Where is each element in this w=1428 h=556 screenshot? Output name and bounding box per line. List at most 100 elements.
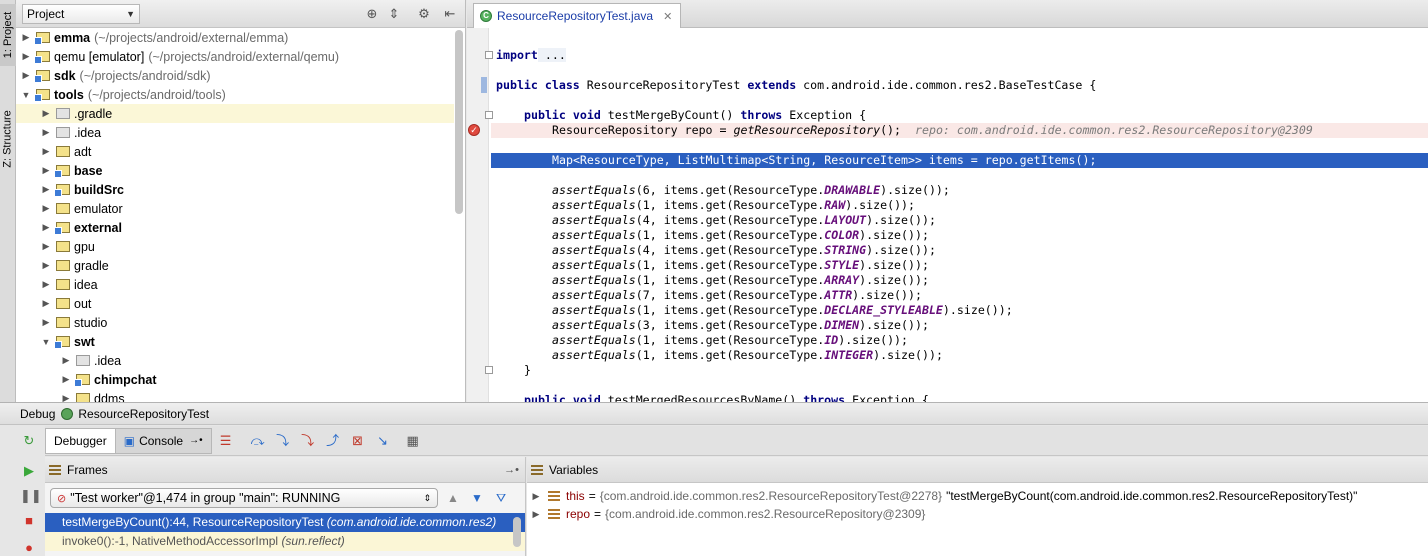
variable-row[interactable]: ▶ repo = {com.android.ide.common.res2.Resou… — [527, 505, 1428, 523]
frame-row[interactable]: invoke0():-1, NativeMethodAccessorImpl (… — [45, 532, 525, 551]
thread-select[interactable]: ⊘ "Test worker"@1,474 in group "main": R… — [50, 488, 438, 508]
chevron-right-icon[interactable]: ▶ — [40, 260, 52, 271]
hide-panel-icon[interactable]: ⇤ — [442, 6, 458, 22]
code-line-current[interactable]: Map<ResourceType, ListMultimap<String, R… — [552, 153, 1096, 168]
previous-frame-icon[interactable]: ▲ — [444, 489, 462, 507]
pin-icon[interactable]: →• — [504, 464, 519, 476]
project-view-selector[interactable]: Project ▼ — [22, 3, 140, 24]
code-line-closing-brace[interactable]: } — [524, 363, 531, 378]
show-execution-point-icon[interactable]: ☰ — [216, 431, 236, 451]
chevron-right-icon[interactable]: ▶ — [40, 279, 52, 290]
tree-node[interactable]: ▶ .idea — [16, 351, 454, 370]
tree-node[interactable]: ▶ gradle — [16, 256, 454, 275]
fold-marker[interactable] — [485, 111, 493, 119]
code-line-assert[interactable]: assertEquals(1, items.get(ResourceType.I… — [552, 333, 908, 348]
fold-marker[interactable] — [485, 366, 493, 374]
step-over-icon[interactable]: ⤼ — [248, 431, 268, 451]
scroll-from-source-icon[interactable]: ⊕ — [364, 6, 380, 22]
tree-node[interactable]: ▶ studio — [16, 313, 454, 332]
tree-node[interactable]: ▶ idea — [16, 275, 454, 294]
tree-node[interactable]: ▶ .idea — [16, 123, 454, 142]
tab-debugger[interactable]: Debugger — [45, 427, 116, 454]
tree-node[interactable]: ▶ adt — [16, 142, 454, 161]
chevron-right-icon[interactable]: ▶ — [40, 203, 52, 214]
next-frame-icon[interactable]: ▼ — [468, 489, 486, 507]
variable-row[interactable]: ▶ this = {com.android.ide.common.res2.Resou… — [527, 487, 1428, 505]
rerun-icon[interactable]: ↻ — [20, 432, 38, 450]
code-line-assert[interactable]: assertEquals(1, items.get(ResourceType.C… — [552, 228, 929, 243]
editor-tab-resource-repository-test[interactable]: C ResourceRepositoryTest.java ✕ — [473, 3, 682, 28]
project-tool-tab[interactable]: 1: Project — [0, 4, 16, 66]
collapse-all-icon[interactable]: ⇕ — [386, 6, 402, 22]
chevron-right-icon[interactable]: ▶ — [40, 146, 52, 157]
chevron-right-icon[interactable]: ▶ — [60, 374, 72, 385]
tree-node[interactable]: ▶ emulator — [16, 199, 454, 218]
view-breakpoints-icon[interactable]: ● — [20, 539, 38, 556]
code-line-assert[interactable]: assertEquals(1, items.get(ResourceType.A… — [552, 273, 929, 288]
code-line-class-decl[interactable]: public class ResourceRepositoryTest exte… — [496, 78, 1096, 93]
tree-node[interactable]: ▶ chimpchat — [16, 370, 454, 389]
code-line-assert[interactable]: assertEquals(1, items.get(ResourceType.I… — [552, 348, 943, 363]
pause-icon[interactable]: ❚❚ — [20, 487, 42, 505]
chevron-right-icon[interactable]: ▶ — [40, 317, 52, 328]
step-into-icon[interactable]: ⤵ — [273, 431, 293, 451]
close-icon[interactable]: ✕ — [663, 10, 672, 23]
chevron-right-icon[interactable]: ▶ — [530, 491, 542, 502]
tree-node[interactable]: ▼ tools (~/projects/android/tools) — [16, 85, 454, 104]
filter-icon[interactable]: ⛛ — [492, 489, 510, 507]
code-line-repo[interactable]: ResourceRepository repo = getResourceRep… — [552, 123, 1313, 138]
tree-node[interactable]: ▶ base — [16, 161, 454, 180]
chevron-right-icon[interactable]: ▶ — [530, 509, 542, 520]
stop-icon[interactable]: ■ — [20, 512, 38, 530]
project-tree-scrollbar[interactable] — [455, 30, 463, 214]
chevron-right-icon[interactable]: ▶ — [40, 184, 52, 195]
tree-node[interactable]: ▶ gpu — [16, 237, 454, 256]
chevron-right-icon[interactable]: ▶ — [60, 393, 72, 402]
chevron-right-icon[interactable]: ▶ — [40, 165, 52, 176]
run-to-cursor-icon[interactable]: ↘ — [373, 431, 393, 451]
code-line-assert[interactable]: assertEquals(4, items.get(ResourceType.L… — [552, 213, 936, 228]
chevron-down-icon[interactable]: ▼ — [20, 90, 32, 100]
code-line-import[interactable]: import ... — [496, 48, 566, 63]
tree-node[interactable]: ▼ swt — [16, 332, 454, 351]
chevron-right-icon[interactable]: ▶ — [40, 127, 52, 138]
folded-imports[interactable]: ... — [537, 48, 566, 62]
tree-node[interactable]: ▶ sdk (~/projects/android/sdk) — [16, 66, 454, 85]
tab-console[interactable]: ▣ Console →• — [114, 427, 212, 454]
chevron-right-icon[interactable]: ▶ — [20, 32, 32, 43]
frames-scrollbar[interactable] — [513, 517, 521, 547]
drop-frame-icon[interactable]: ⊠ — [348, 431, 368, 451]
code-line-assert[interactable]: assertEquals(1, items.get(ResourceType.D… — [552, 303, 1013, 318]
tree-node[interactable]: ▶ qemu [emulator] (~/projects/android/exte… — [16, 47, 454, 66]
evaluate-expression-icon[interactable]: ▦ — [403, 431, 423, 451]
code-line-assert[interactable]: assertEquals(1, items.get(ResourceType.R… — [552, 198, 915, 213]
chevron-right-icon[interactable]: ▶ — [40, 298, 52, 309]
force-step-into-icon[interactable]: ⤵ — [298, 431, 318, 451]
frame-row[interactable]: testMergeByCount():44, ResourceRepositor… — [45, 513, 525, 532]
chevron-right-icon[interactable]: ▶ — [20, 51, 32, 62]
tree-node[interactable]: ▶ external — [16, 218, 454, 237]
chevron-right-icon[interactable]: ▶ — [40, 241, 52, 252]
breakpoint-icon[interactable]: ✓ — [468, 124, 480, 136]
tree-node[interactable]: ▶ .gradle — [16, 104, 454, 123]
chevron-right-icon[interactable]: ▶ — [40, 108, 52, 119]
step-out-icon[interactable]: ⤴ — [323, 431, 343, 451]
debug-config-name[interactable]: ResourceRepositoryTest — [78, 407, 209, 421]
gear-icon[interactable]: ⚙ — [416, 6, 432, 22]
chevron-down-icon[interactable]: ▼ — [40, 337, 52, 347]
code-line-next-method[interactable]: public void testMergedResourcesByName() … — [524, 393, 929, 402]
fold-marker[interactable] — [485, 51, 493, 59]
code-line-method-decl[interactable]: public void testMergeByCount() throws Ex… — [524, 108, 866, 123]
chevron-right-icon[interactable]: ▶ — [60, 355, 72, 366]
resume-icon[interactable]: ▶ — [20, 462, 38, 480]
structure-tool-tab[interactable]: Z: Structure — [0, 98, 16, 180]
code-line-assert[interactable]: assertEquals(4, items.get(ResourceType.S… — [552, 243, 936, 258]
code-line-assert[interactable]: assertEquals(6, items.get(ResourceType.D… — [552, 183, 950, 198]
code-line-assert[interactable]: assertEquals(3, items.get(ResourceType.D… — [552, 318, 929, 333]
chevron-right-icon[interactable]: ▶ — [40, 222, 52, 233]
tree-node[interactable]: ▶ ddms — [16, 389, 454, 402]
chevron-right-icon[interactable]: ▶ — [20, 70, 32, 81]
tree-node[interactable]: ▶ out — [16, 294, 454, 313]
tree-node[interactable]: ▶ buildSrc — [16, 180, 454, 199]
tree-node[interactable]: ▶ emma (~/projects/android/external/emma) — [16, 28, 454, 47]
